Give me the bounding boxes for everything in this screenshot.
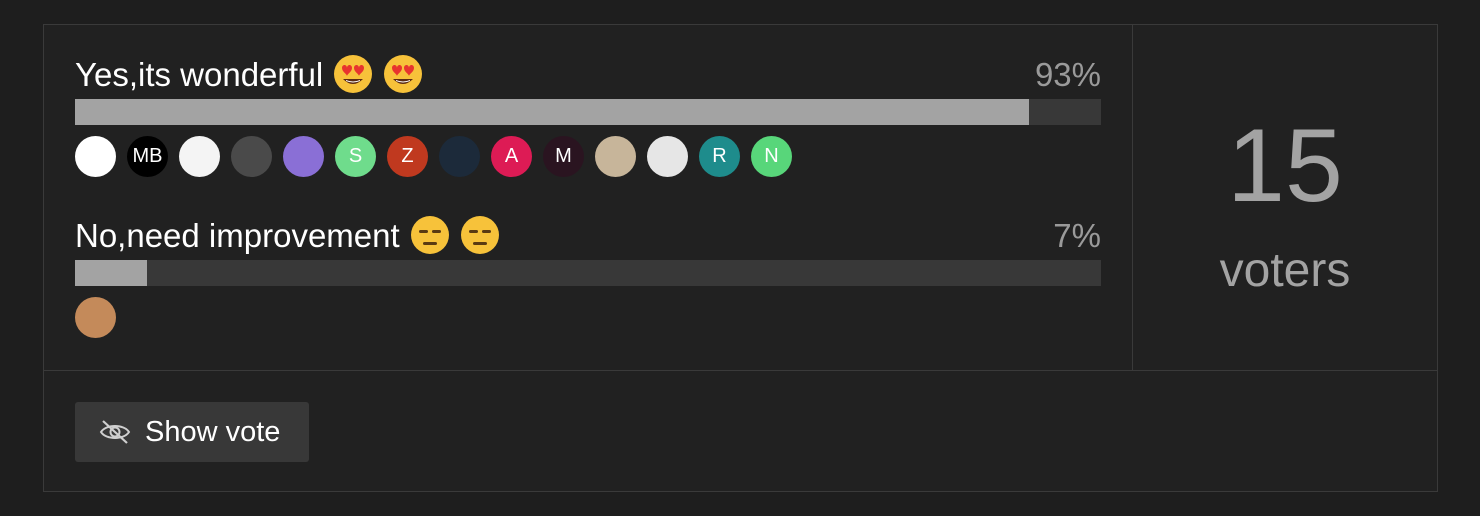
show-vote-button[interactable]: Show vote <box>75 402 309 462</box>
voter-avatar[interactable]: M <box>543 136 584 177</box>
option-header: Yes,its wonderful 93% <box>75 55 1101 95</box>
voter-avatar[interactable]: S <box>335 136 376 177</box>
voters-label: voters <box>1219 244 1351 297</box>
voter-avatar[interactable] <box>231 136 272 177</box>
voter-avatar[interactable] <box>283 136 324 177</box>
poll-results: Yes,its wonderful 93% MB S Z A M R N No,… <box>44 25 1437 371</box>
heart-eyes-face-icon <box>334 55 373 94</box>
option-label: No,need improvement <box>75 217 400 254</box>
voter-avatar[interactable] <box>595 136 636 177</box>
voter-avatar[interactable] <box>647 136 688 177</box>
voter-avatars: MB S Z A M R N <box>75 136 1101 177</box>
option-label-row: No,need improvement <box>75 216 500 256</box>
option-label-row: Yes,its wonderful <box>75 55 423 95</box>
result-bar <box>75 99 1101 125</box>
voter-avatar[interactable]: Z <box>387 136 428 177</box>
poll-option-yes: Yes,its wonderful 93% MB S Z A M R N <box>75 55 1101 177</box>
show-vote-label: Show vote <box>145 415 281 448</box>
result-bar-fill <box>75 260 147 286</box>
poll-option-no: No,need improvement 7% <box>75 216 1101 338</box>
voter-avatar[interactable] <box>439 136 480 177</box>
result-bar-fill <box>75 99 1030 125</box>
expressionless-face-icon <box>460 216 499 255</box>
option-header: No,need improvement 7% <box>75 216 1101 256</box>
voters-summary: 15 voters <box>1133 25 1437 370</box>
voter-count: 15 <box>1227 108 1343 224</box>
voter-avatar[interactable]: MB <box>127 136 168 177</box>
voter-avatar[interactable]: N <box>751 136 792 177</box>
poll-card: Yes,its wonderful 93% MB S Z A M R N No,… <box>43 24 1438 492</box>
voter-avatars <box>75 297 1101 338</box>
voter-avatar[interactable]: R <box>699 136 740 177</box>
poll-options: Yes,its wonderful 93% MB S Z A M R N No,… <box>44 25 1133 370</box>
voter-avatar[interactable] <box>179 136 220 177</box>
result-bar <box>75 260 1101 286</box>
expressionless-face-icon <box>410 216 449 255</box>
option-percent: 7% <box>1053 217 1101 254</box>
voter-avatar[interactable] <box>75 136 116 177</box>
eye-slash-icon <box>99 420 131 444</box>
voter-avatar[interactable]: A <box>491 136 532 177</box>
option-label: Yes,its wonderful <box>75 56 324 93</box>
voter-avatar[interactable] <box>75 297 116 338</box>
heart-eyes-face-icon <box>384 55 423 94</box>
option-percent: 93% <box>1034 56 1101 93</box>
